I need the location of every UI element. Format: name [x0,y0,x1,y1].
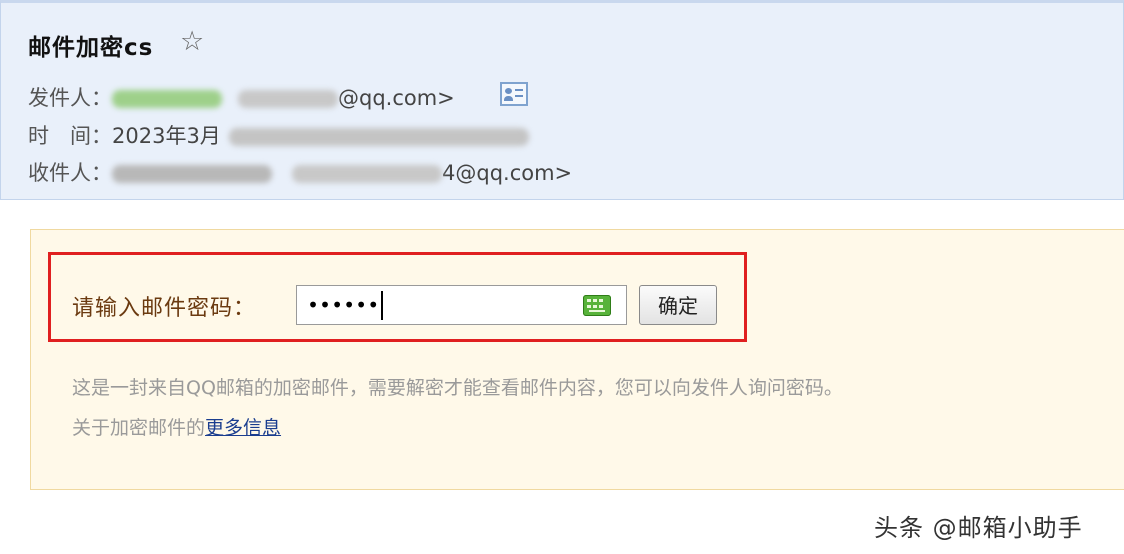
confirm-button[interactable]: 确定 [639,285,717,325]
sender-name-redacted [112,90,222,108]
sender-row: 发件人： @qq.com> [28,82,455,112]
sender-label: 发件人： [28,86,112,110]
time-value: 2023年3月 [112,124,221,148]
time-redacted [228,128,529,146]
recipient-address-redacted [292,165,442,183]
more-info-link[interactable]: 更多信息 [205,417,281,439]
more-info-line: 关于加密邮件的更多信息 [72,413,281,440]
password-input[interactable] [296,285,627,325]
password-label: 请输入邮件密码： [72,296,257,321]
sender-domain[interactable]: @qq.com> [338,86,455,110]
recipient-name-redacted [112,165,272,183]
email-subject: 邮件加密cs [28,35,154,61]
star-icon[interactable]: ☆ [180,26,204,57]
soft-keyboard-icon[interactable] [583,295,611,316]
contact-card-icon[interactable] [500,82,528,106]
watermark: 头条 @邮箱小助手 [874,514,1083,542]
recipient-row: 收件人： 4@qq.com> [28,157,572,187]
encryption-info-text: 这是一封来自QQ邮箱的加密邮件，需要解密才能查看邮件内容，您可以向发件人询问密码… [72,377,843,399]
time-row: 时 间：2023年3月 [28,120,529,150]
more-info-prefix: 关于加密邮件的 [72,417,206,439]
recipient-label: 收件人： [28,161,112,185]
sender-address-redacted [238,90,338,108]
recipient-domain[interactable]: 4@qq.com> [442,161,572,185]
time-label: 时 间： [28,124,112,148]
text-caret [381,291,383,320]
